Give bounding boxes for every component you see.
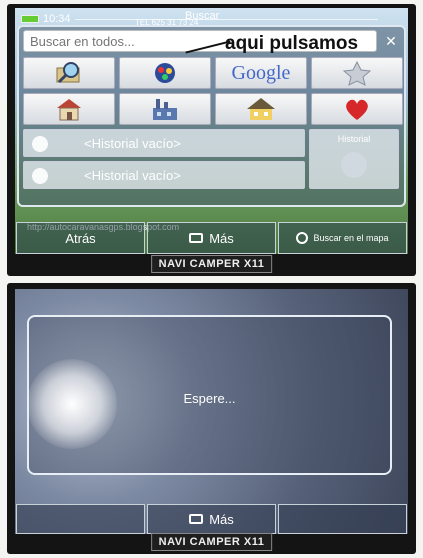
home-icon <box>57 99 81 121</box>
address-button[interactable] <box>215 93 307 125</box>
arrow-icon <box>341 152 367 178</box>
menu-icon <box>189 514 204 524</box>
google-button[interactable]: Google <box>215 57 307 89</box>
map-search-icon <box>56 62 80 84</box>
star-icon <box>342 60 372 86</box>
back-button[interactable] <box>16 504 145 534</box>
history-button-label: Historial <box>337 134 371 144</box>
favorites-button[interactable] <box>311 57 403 89</box>
device-top: 10:34 TEL 625 31 73 24 Buscar ✕ <box>7 4 416 276</box>
back-label: Atrás <box>65 230 96 246</box>
more-button[interactable]: Más <box>147 222 276 254</box>
map-search-label: Buscar en el mapa <box>313 233 389 243</box>
clock: 10:34 <box>43 13 71 25</box>
battery-icon <box>21 15 39 23</box>
close-icon[interactable]: ✕ <box>382 32 400 50</box>
heart-icon <box>346 99 368 120</box>
target-icon <box>296 232 309 244</box>
history-icon <box>32 136 48 152</box>
brand-label: NAVI CAMPER X11 <box>150 255 273 273</box>
poi-button[interactable] <box>119 57 211 89</box>
back-button[interactable]: Atrás <box>16 222 145 254</box>
search-screen: 10:34 TEL 625 31 73 24 Buscar ✕ <box>15 8 408 254</box>
history-button[interactable]: Historial <box>309 129 399 189</box>
bottom-nav: Atrás Más Buscar en el mapa <box>15 222 408 254</box>
status-line <box>75 19 378 20</box>
history-row-label: <Historial vacío> <box>84 167 181 183</box>
history-icon <box>32 168 48 184</box>
device-bottom: Espere... Más NAVI CAMPER X11 <box>7 283 416 554</box>
map-search-button[interactable] <box>23 57 115 89</box>
house-icon <box>247 98 275 120</box>
factory-icon <box>153 99 177 120</box>
wait-screen: Espere... Más <box>15 289 408 534</box>
history-row[interactable]: <Historial vacío> <box>23 161 305 189</box>
empty-nav-slot <box>278 504 407 534</box>
map-search-nav-button[interactable]: Buscar en el mapa <box>278 222 407 254</box>
more-label: Más <box>209 511 234 527</box>
more-label: Más <box>209 230 234 246</box>
more-button[interactable]: Más <box>147 504 276 534</box>
history-row[interactable]: <Historial vacío> <box>23 129 305 157</box>
history-row-label: <Historial vacío> <box>84 135 181 151</box>
brand-label: NAVI CAMPER X11 <box>150 533 273 551</box>
home-button[interactable] <box>23 93 115 125</box>
favorite-places-button[interactable] <box>311 93 403 125</box>
screen-glare <box>27 359 117 449</box>
poi-icon <box>155 63 175 83</box>
bottom-nav: Más <box>15 504 408 534</box>
menu-icon <box>189 233 204 243</box>
work-button[interactable] <box>119 93 211 125</box>
annotation-text: aqui pulsamos <box>225 33 359 54</box>
google-label: Google <box>231 61 291 84</box>
screen-title: Buscar <box>185 10 220 22</box>
